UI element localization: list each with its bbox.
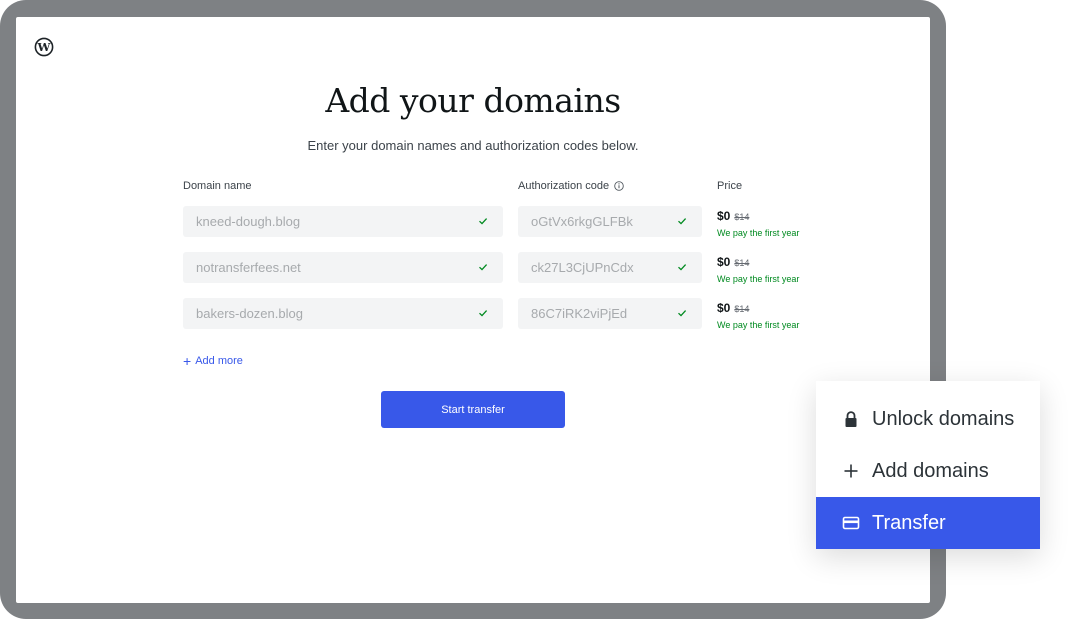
- price-cell: $0 $14 We pay the first year: [717, 255, 799, 284]
- price-now: $0: [717, 255, 731, 269]
- menu-item-label: Unlock domains: [872, 407, 1015, 430]
- menu-item-label: Transfer: [872, 511, 946, 534]
- domain-input[interactable]: kneed-dough.blog: [183, 206, 503, 237]
- start-transfer-button[interactable]: Start transfer: [381, 391, 565, 428]
- checkmark-icon: [678, 218, 687, 225]
- auth-code-value: 86C7iRK2viPjEd: [531, 306, 628, 321]
- domain-column-header: Domain name: [183, 180, 252, 192]
- auth-code-value: ck27L3CjUPnCdx: [531, 260, 634, 275]
- add-more-label: Add more: [195, 355, 243, 367]
- auth-code-input[interactable]: oGtVx6rkgGLFBk: [518, 206, 702, 237]
- add-more-link[interactable]: + Add more: [183, 352, 243, 369]
- auth-column-header: Authorization code: [518, 180, 624, 192]
- lock-icon: [845, 411, 857, 427]
- checkmark-icon: [678, 310, 687, 317]
- price-old: $14: [734, 258, 750, 268]
- price-note: We pay the first year: [717, 274, 800, 284]
- page-subtitle: Enter your domain names and authorizatio…: [307, 138, 639, 153]
- price-now: $0: [717, 209, 731, 223]
- domain-value: notransferfees.net: [196, 260, 301, 275]
- checkmark-icon: [678, 264, 687, 271]
- info-icon[interactable]: [614, 181, 624, 191]
- page-title: Add your domains: [325, 81, 621, 120]
- auth-code-input[interactable]: ck27L3CjUPnCdx: [518, 252, 702, 283]
- screen: W Add your domains Enter your domain nam…: [16, 17, 930, 603]
- plus-icon: +: [183, 352, 192, 369]
- domain-input[interactable]: bakers-dozen.blog: [183, 298, 503, 329]
- checkmark-icon: [479, 264, 488, 271]
- auth-code-input[interactable]: 86C7iRK2viPjEd: [518, 298, 702, 329]
- price-column-header: Price: [717, 180, 743, 192]
- domain-input[interactable]: notransferfees.net: [183, 252, 503, 283]
- wordpress-logo-icon[interactable]: W: [34, 37, 54, 57]
- price-old: $14: [734, 304, 750, 314]
- auth-code-value: oGtVx6rkgGLFBk: [531, 214, 633, 229]
- domain-value: kneed-dough.blog: [196, 214, 301, 229]
- checkmark-icon: [479, 310, 488, 317]
- domain-value: bakers-dozen.blog: [196, 306, 303, 321]
- price-note: We pay the first year: [717, 320, 800, 330]
- price-cell: $0 $14 We pay the first year: [717, 209, 799, 238]
- device-frame: W Add your domains Enter your domain nam…: [0, 0, 946, 619]
- menu-item-add-domains[interactable]: Add domains: [816, 445, 1040, 497]
- auth-column-label: Authorization code: [518, 180, 610, 192]
- price-now: $0: [717, 301, 731, 315]
- menu-item-label: Add domains: [872, 459, 989, 482]
- domain-actions-menu: Unlock domains Add domains Transfer: [816, 381, 1040, 549]
- svg-text:W: W: [37, 40, 52, 54]
- price-note: We pay the first year: [717, 228, 800, 238]
- card-icon: [842, 516, 860, 530]
- price-old: $14: [734, 212, 750, 222]
- menu-item-transfer[interactable]: Transfer: [816, 497, 1040, 549]
- price-cell: $0 $14 We pay the first year: [717, 301, 799, 330]
- plus-icon: [844, 464, 858, 478]
- checkmark-icon: [479, 218, 488, 225]
- menu-item-unlock-domains[interactable]: Unlock domains: [816, 393, 1040, 445]
